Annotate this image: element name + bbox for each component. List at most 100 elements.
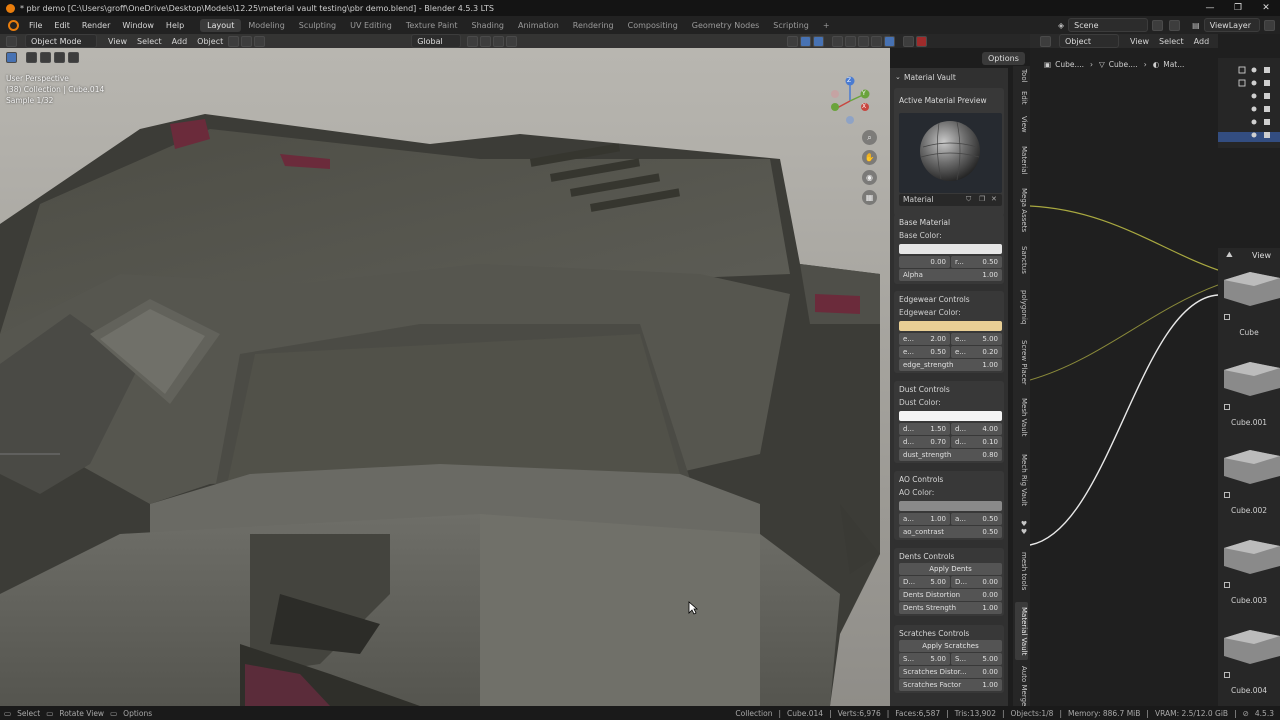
transform-orientation-dropdown[interactable]: Global (411, 34, 462, 48)
sidebar-tab-mesh-vault[interactable]: Mesh Vault (1015, 394, 1028, 440)
sidebar-tab-screw-placer[interactable]: Screw Placer (1015, 336, 1028, 388)
node-menu-view[interactable]: View (1125, 37, 1154, 46)
viewport-menu-select[interactable]: Select (132, 37, 167, 46)
unlink-material-icon[interactable]: ✕ (991, 195, 997, 203)
menu-edit[interactable]: Edit (48, 21, 76, 30)
select-new-icon[interactable] (26, 52, 37, 63)
edgewear-field-4[interactable]: e... 0.20 (951, 346, 1002, 358)
zoom-icon[interactable]: ⌕ (862, 130, 877, 145)
asset-checkbox-icon[interactable] (1224, 492, 1230, 498)
sidebar-tab-mesh-tools[interactable]: mesh tools (1015, 546, 1028, 596)
dents-distortion-field[interactable]: Dents Distortion 0.00 (899, 589, 1002, 601)
breadcrumb-object[interactable]: Cube.... (1055, 60, 1084, 69)
base-value-field-2[interactable]: r... 0.50 (951, 256, 1002, 268)
pan-hand-icon[interactable]: ✋ (862, 150, 877, 165)
sidebar-tab-material-vault[interactable]: Material Vault (1015, 602, 1028, 660)
add-workspace-button[interactable]: + (816, 19, 837, 32)
node-menu-add[interactable]: Add (1189, 37, 1215, 46)
workspace-tab-texture-paint[interactable]: Texture Paint (399, 19, 465, 32)
node-object-dropdown[interactable]: Object (1059, 34, 1119, 48)
scratches-factor-field[interactable]: Scratches Factor 1.00 (899, 679, 1002, 691)
record-icon[interactable] (916, 35, 928, 47)
dust-field-3[interactable]: d... 0.70 (899, 436, 950, 448)
base-value-field-1[interactable]: 0.00 (899, 256, 950, 268)
viewport-menu-object[interactable]: Object (192, 37, 228, 46)
scene-selector[interactable]: Scene (1068, 18, 1149, 32)
ao-field-2[interactable]: a... 0.50 (951, 513, 1002, 525)
view-layer-selector[interactable]: ViewLayer (1203, 18, 1260, 32)
camera-icon[interactable]: ◉ (862, 170, 877, 185)
asset-checkbox-icon[interactable] (1224, 314, 1230, 320)
asset-view-menu[interactable]: View (1252, 251, 1271, 260)
select-box-icon[interactable] (241, 35, 253, 47)
viewport-options-button[interactable]: Options (982, 52, 1025, 65)
dents-field-1[interactable]: D... 5.00 (899, 576, 950, 588)
sidebar-tab-hearts[interactable]: ♥♥ (1015, 518, 1028, 538)
delete-scene-icon[interactable] (1169, 19, 1181, 31)
asset-item-cube-001[interactable]: Cube.001 (1218, 358, 1280, 438)
workspace-tab-layout[interactable]: Layout (200, 18, 242, 32)
asset-checkbox-icon[interactable] (1224, 404, 1230, 410)
sidebar-tab-edit[interactable]: Edit (1015, 88, 1028, 108)
sidebar-tab-sanctus[interactable]: Sanctus (1015, 242, 1028, 278)
scratches-field-2[interactable]: S... 5.00 (951, 653, 1002, 665)
select-subtract-icon[interactable] (54, 52, 65, 63)
edge-strength-field[interactable]: edge_strength 1.00 (899, 359, 1002, 371)
editor-type-icon[interactable] (6, 35, 17, 47)
workspace-tab-scripting[interactable]: Scripting (766, 19, 816, 32)
visibility-icon[interactable] (787, 35, 799, 47)
menu-render[interactable]: Render (76, 21, 116, 30)
breadcrumb-mesh[interactable]: Cube.... (1109, 60, 1138, 69)
viewport-menu-view[interactable]: View (103, 37, 132, 46)
duplicate-material-icon[interactable]: ❐ (979, 195, 985, 203)
select-mode-icon[interactable] (228, 35, 240, 47)
dust-field-4[interactable]: d... 0.10 (951, 436, 1002, 448)
3d-viewport[interactable]: Z Y X ⌕ ✋ ◉ ▦ (0, 34, 890, 706)
sidebar-tab-view[interactable]: View (1015, 112, 1028, 136)
maximize-button[interactable]: ❐ (1224, 0, 1252, 16)
scratches-distortion-field[interactable]: Scratches Distor... 0.00 (899, 666, 1002, 678)
dust-strength-field[interactable]: dust_strength 0.80 (899, 449, 1002, 461)
workspace-tab-animation[interactable]: Animation (511, 19, 566, 32)
new-scene-icon[interactable] (1152, 19, 1164, 31)
menu-file[interactable]: File (23, 21, 48, 30)
sidebar-tab-material[interactable]: Material (1015, 142, 1028, 178)
sidebar-tab-polygoniq[interactable]: polygoniq (1015, 284, 1028, 330)
workspace-tab-geometry-nodes[interactable]: Geometry Nodes (685, 19, 766, 32)
apply-dents-button[interactable]: Apply Dents (899, 563, 1002, 575)
workspace-tab-shading[interactable]: Shading (464, 19, 511, 32)
wireframe-shading-icon[interactable] (845, 35, 857, 47)
apply-scratches-button[interactable]: Apply Scratches (899, 640, 1002, 652)
asset-item-cube[interactable]: Cube (1218, 268, 1280, 348)
blender-menu-icon[interactable] (8, 19, 19, 31)
asset-checkbox-icon[interactable] (1224, 672, 1230, 678)
dust-field-1[interactable]: d... 1.50 (899, 423, 950, 435)
workspace-tab-uv-editing[interactable]: UV Editing (343, 19, 399, 32)
alpha-field[interactable]: Alpha 1.00 (899, 269, 1002, 281)
select-extend-icon[interactable] (40, 52, 51, 63)
viewport-menu-add[interactable]: Add (167, 37, 193, 46)
asset-item-cube-003[interactable]: Cube.003 (1218, 536, 1280, 616)
mode-dropdown[interactable]: Object Mode (25, 34, 97, 48)
dust-field-2[interactable]: d... 4.00 (951, 423, 1002, 435)
edgewear-color-swatch[interactable] (899, 321, 1002, 331)
snap-target-icon[interactable] (493, 35, 505, 47)
minimize-button[interactable]: — (1196, 0, 1224, 16)
sidebar-tab-mech-rig-vault[interactable]: Mech Rig Vault (1015, 446, 1028, 514)
dust-color-swatch[interactable] (899, 411, 1002, 421)
sidebar-tab-tool[interactable]: Tool (1015, 66, 1028, 86)
edgewear-field-2[interactable]: e... 5.00 (951, 333, 1002, 345)
overlay-toggle-icon[interactable] (813, 35, 825, 47)
close-button[interactable]: ✕ (1252, 0, 1280, 16)
perspective-grid-icon[interactable]: ▦ (862, 190, 877, 205)
pivot-icon[interactable] (467, 35, 479, 47)
gizmo-toggle-icon[interactable] (800, 35, 812, 47)
edgewear-field-1[interactable]: e... 2.00 (899, 333, 950, 345)
node-editor-type-icon[interactable] (1040, 35, 1051, 47)
ao-color-swatch[interactable] (899, 501, 1002, 511)
proportional-edit-icon[interactable] (506, 35, 518, 47)
asset-item-cube-002[interactable]: Cube.002 (1218, 446, 1280, 526)
pause-render-icon[interactable] (903, 35, 915, 47)
sidebar-tab-auto-merge[interactable]: Auto Merge (1015, 666, 1028, 706)
menu-window[interactable]: Window (116, 21, 160, 30)
